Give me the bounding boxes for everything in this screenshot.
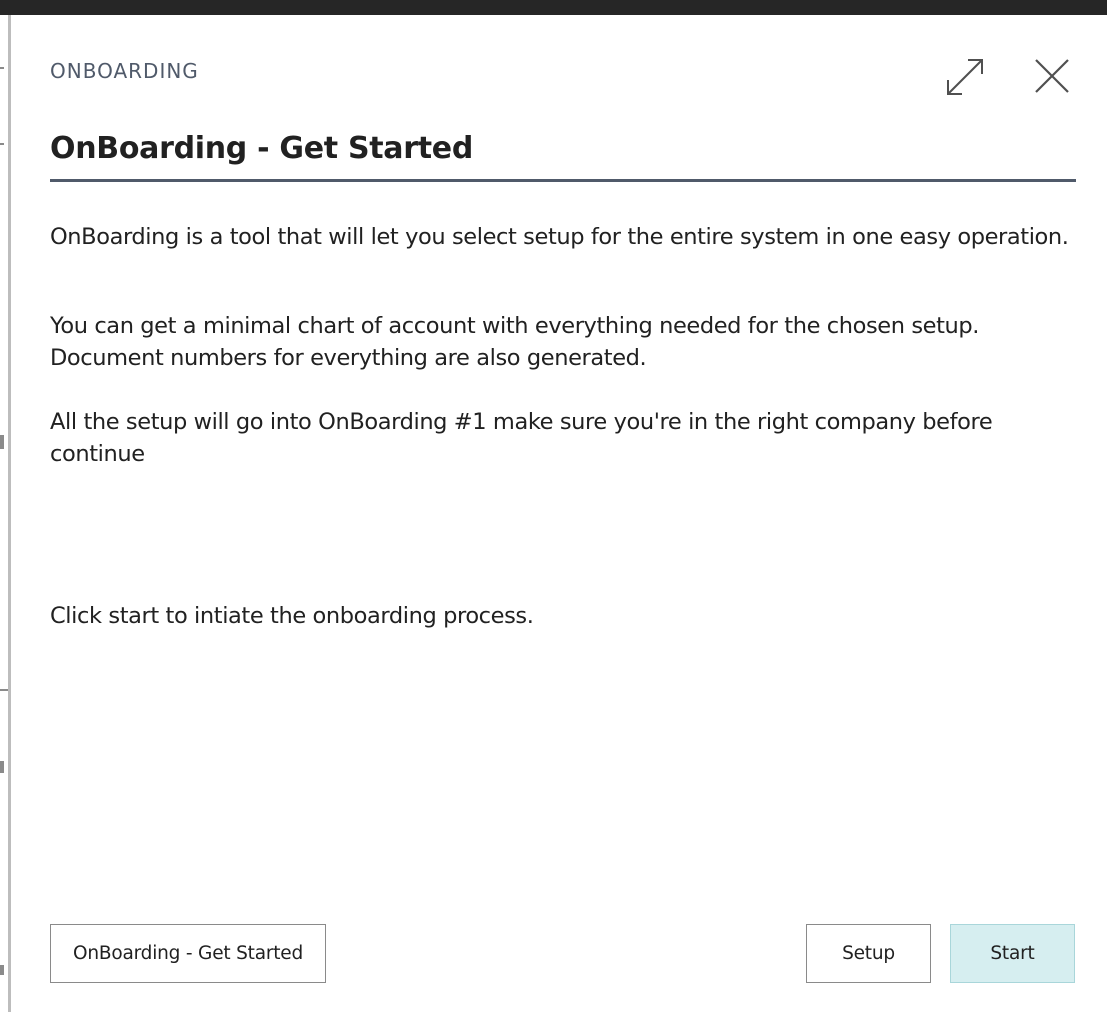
- expand-icon: [947, 59, 983, 95]
- company-warning-paragraph: All the setup will go into OnBoarding #1…: [50, 409, 993, 467]
- background-page-mark: [0, 689, 8, 691]
- background-page-mark: [0, 67, 4, 69]
- get-started-button[interactable]: OnBoarding - Get Started: [50, 924, 326, 983]
- window-top-bar: [0, 0, 1107, 15]
- background-page-mark: [0, 965, 4, 975]
- chart-of-accounts-paragraph: You can get a minimal chart of account w…: [50, 313, 980, 371]
- dialog-title: OnBoarding - Get Started: [50, 131, 474, 166]
- close-icon: [1035, 59, 1069, 93]
- title-underline: [50, 179, 1076, 182]
- start-button[interactable]: Start: [950, 924, 1075, 983]
- background-page-edge: [0, 15, 11, 1012]
- start-instruction-paragraph: Click start to intiate the onboarding pr…: [50, 603, 534, 629]
- onboarding-dialog: ONBOARDING OnBoarding - Get Started OnBo…: [11, 15, 1107, 1012]
- background-page-mark: [0, 761, 4, 773]
- setup-button[interactable]: Setup: [806, 924, 931, 983]
- expand-button[interactable]: [943, 55, 987, 99]
- intro-paragraph: OnBoarding is a tool that will let you s…: [50, 224, 1069, 250]
- close-button[interactable]: [1029, 53, 1075, 99]
- dialog-caption: ONBOARDING: [50, 59, 199, 83]
- background-page-mark: [0, 435, 4, 449]
- background-page-mark: [0, 143, 4, 145]
